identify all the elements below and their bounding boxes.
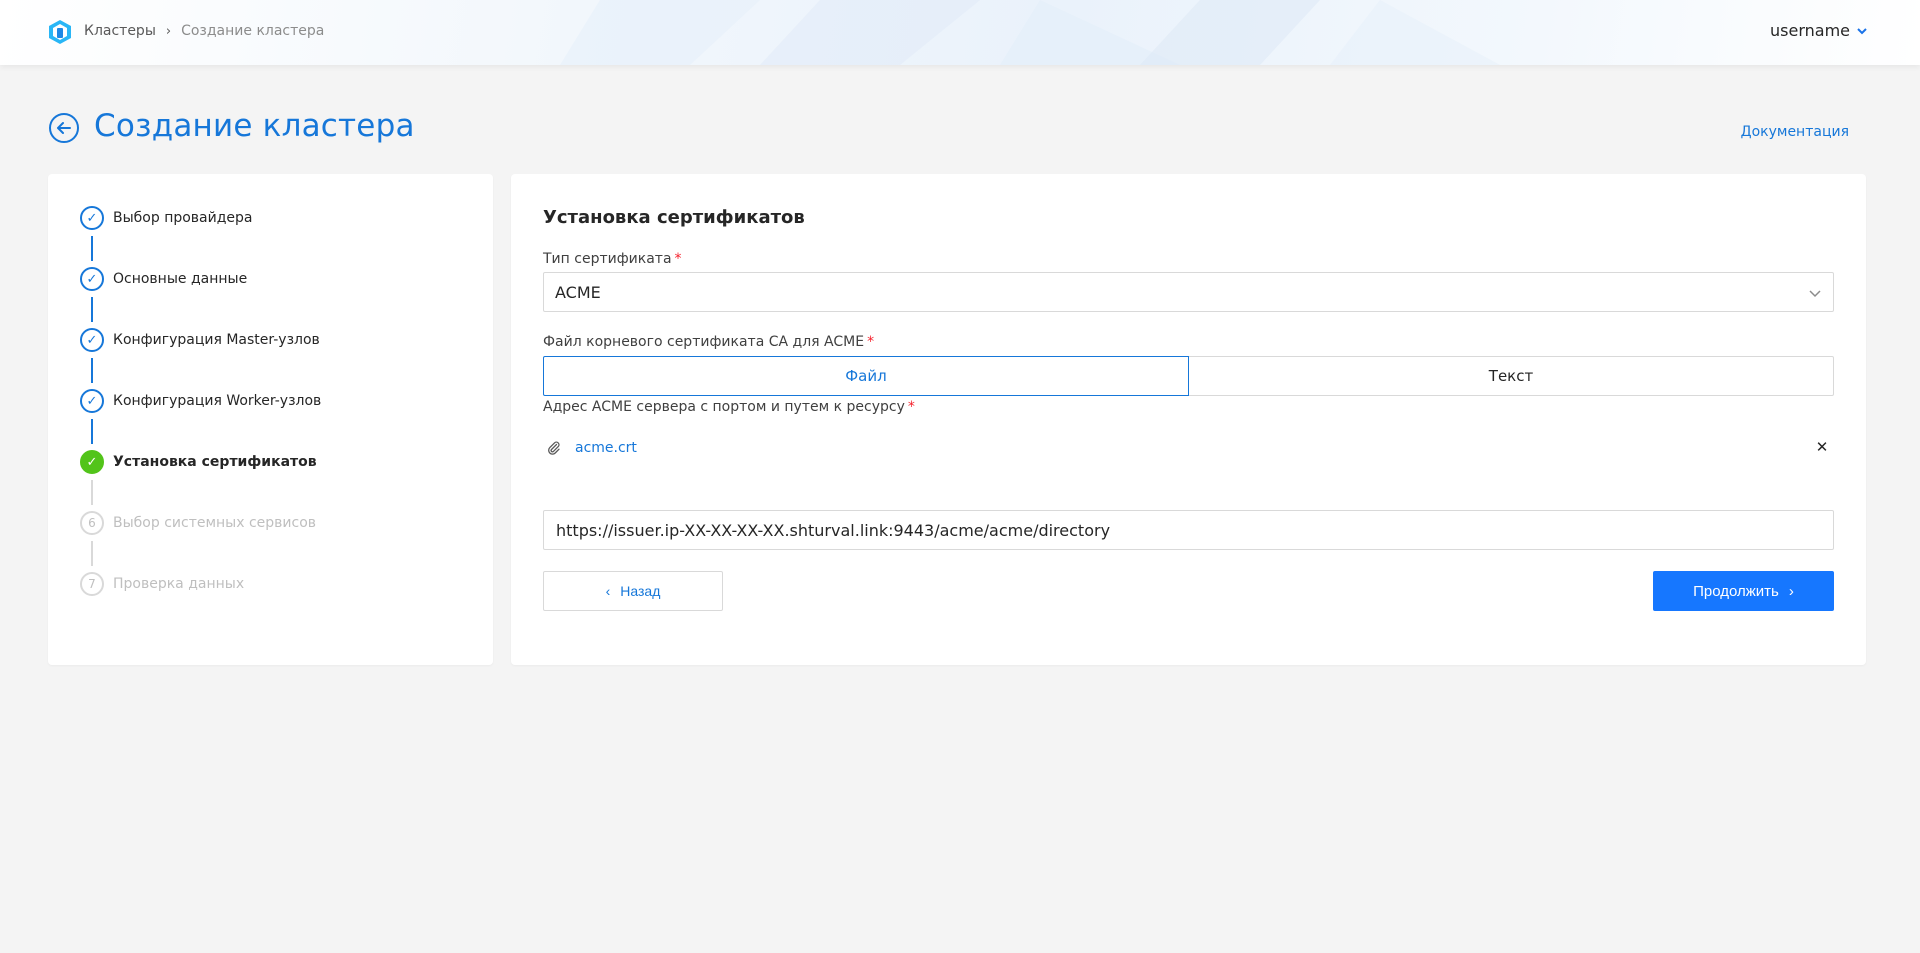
steps-panel: ✓ Выбор провайдера ✓ Основные данные ✓ К… bbox=[48, 174, 493, 665]
paperclip-icon bbox=[548, 441, 560, 455]
check-icon: ✓ bbox=[80, 389, 104, 413]
page-title: Создание кластера bbox=[94, 108, 415, 144]
step-label: Установка сертификатов bbox=[113, 454, 317, 470]
step-connector bbox=[91, 541, 93, 566]
check-icon: ✓ bbox=[80, 450, 104, 474]
step-number: 6 bbox=[80, 511, 104, 535]
root-cert-label: Файл корневого сертификата CA для ACME * bbox=[543, 334, 874, 350]
step-connector bbox=[91, 236, 93, 261]
form-title: Установка сертификатов bbox=[543, 207, 805, 228]
certificate-form-panel: Установка сертификатов Тип сертификата * … bbox=[511, 174, 1866, 665]
documentation-link[interactable]: Документация bbox=[1741, 124, 1849, 140]
breadcrumb: Кластеры › Создание кластера bbox=[84, 23, 324, 39]
acme-address-label-text: Адрес ACME сервера с портом и путем к ре… bbox=[543, 399, 905, 415]
tab-file[interactable]: Файл bbox=[543, 356, 1189, 396]
chevron-down-icon bbox=[1857, 27, 1867, 34]
steps-list: ✓ Выбор провайдера ✓ Основные данные ✓ К… bbox=[80, 206, 321, 633]
chevron-right-icon: › bbox=[1788, 582, 1794, 600]
step-basic-data: ✓ Основные данные bbox=[80, 267, 321, 328]
breadcrumb-current: Создание кластера bbox=[181, 23, 325, 39]
file-name-link[interactable]: acme.crt bbox=[575, 440, 637, 456]
step-label: Выбор системных сервисов bbox=[113, 515, 317, 531]
back-button-label: Назад bbox=[620, 583, 661, 599]
back-button[interactable]: ‹ Назад bbox=[543, 571, 723, 611]
check-icon: ✓ bbox=[80, 267, 104, 291]
breadcrumb-clusters[interactable]: Кластеры bbox=[84, 23, 156, 39]
user-menu[interactable]: username bbox=[1770, 21, 1868, 40]
acme-address-label: Адрес ACME сервера с портом и путем к ре… bbox=[543, 399, 915, 415]
acme-address-input[interactable] bbox=[543, 510, 1834, 550]
step-certificates: ✓ Установка сертификатов bbox=[80, 450, 321, 511]
step-label: Выбор провайдера bbox=[113, 210, 253, 226]
step-master-config: ✓ Конфигурация Master-узлов bbox=[80, 328, 321, 389]
back-arrow-circle-icon[interactable] bbox=[48, 112, 80, 144]
app-logo-icon[interactable] bbox=[47, 19, 73, 45]
step-connector bbox=[91, 419, 93, 444]
cert-type-select[interactable]: ACME bbox=[543, 272, 1834, 312]
required-mark: * bbox=[674, 251, 682, 267]
required-mark: * bbox=[907, 399, 915, 415]
check-icon: ✓ bbox=[80, 328, 104, 352]
step-label: Проверка данных bbox=[113, 576, 245, 592]
chevron-left-icon: ‹ bbox=[605, 583, 611, 599]
username-label: username bbox=[1770, 21, 1850, 40]
step-label: Основные данные bbox=[113, 271, 248, 287]
step-connector bbox=[91, 297, 93, 322]
chevron-down-icon bbox=[1809, 290, 1821, 298]
step-system-services: 6 Выбор системных сервисов bbox=[80, 511, 321, 572]
breadcrumb-chevron-right-icon: › bbox=[165, 23, 172, 39]
root-cert-label-text: Файл корневого сертификата CA для ACME bbox=[543, 334, 865, 350]
close-icon[interactable]: ✕ bbox=[1814, 438, 1830, 456]
continue-button-label: Продолжить bbox=[1693, 582, 1779, 600]
step-label: Конфигурация Master-узлов bbox=[113, 332, 320, 348]
step-connector bbox=[91, 480, 93, 505]
step-number: 7 bbox=[80, 572, 104, 596]
root-cert-source-tabs: Файл Текст bbox=[543, 356, 1834, 396]
required-mark: * bbox=[867, 334, 875, 350]
uploaded-file-item: acme.crt ✕ bbox=[543, 437, 1834, 459]
check-icon: ✓ bbox=[80, 206, 104, 230]
cert-type-label: Тип сертификата * bbox=[543, 251, 682, 267]
tab-text[interactable]: Текст bbox=[1189, 356, 1834, 396]
cert-type-label-text: Тип сертификата bbox=[543, 251, 672, 267]
cert-type-value: ACME bbox=[555, 282, 601, 302]
step-label: Конфигурация Worker-узлов bbox=[113, 393, 322, 409]
continue-button[interactable]: Продолжить › bbox=[1653, 571, 1834, 611]
top-header: Кластеры › Создание кластера username bbox=[0, 0, 1920, 65]
step-provider: ✓ Выбор провайдера bbox=[80, 206, 321, 267]
step-review: 7 Проверка данных bbox=[80, 572, 321, 633]
step-worker-config: ✓ Конфигурация Worker-узлов bbox=[80, 389, 321, 450]
step-connector bbox=[91, 358, 93, 383]
